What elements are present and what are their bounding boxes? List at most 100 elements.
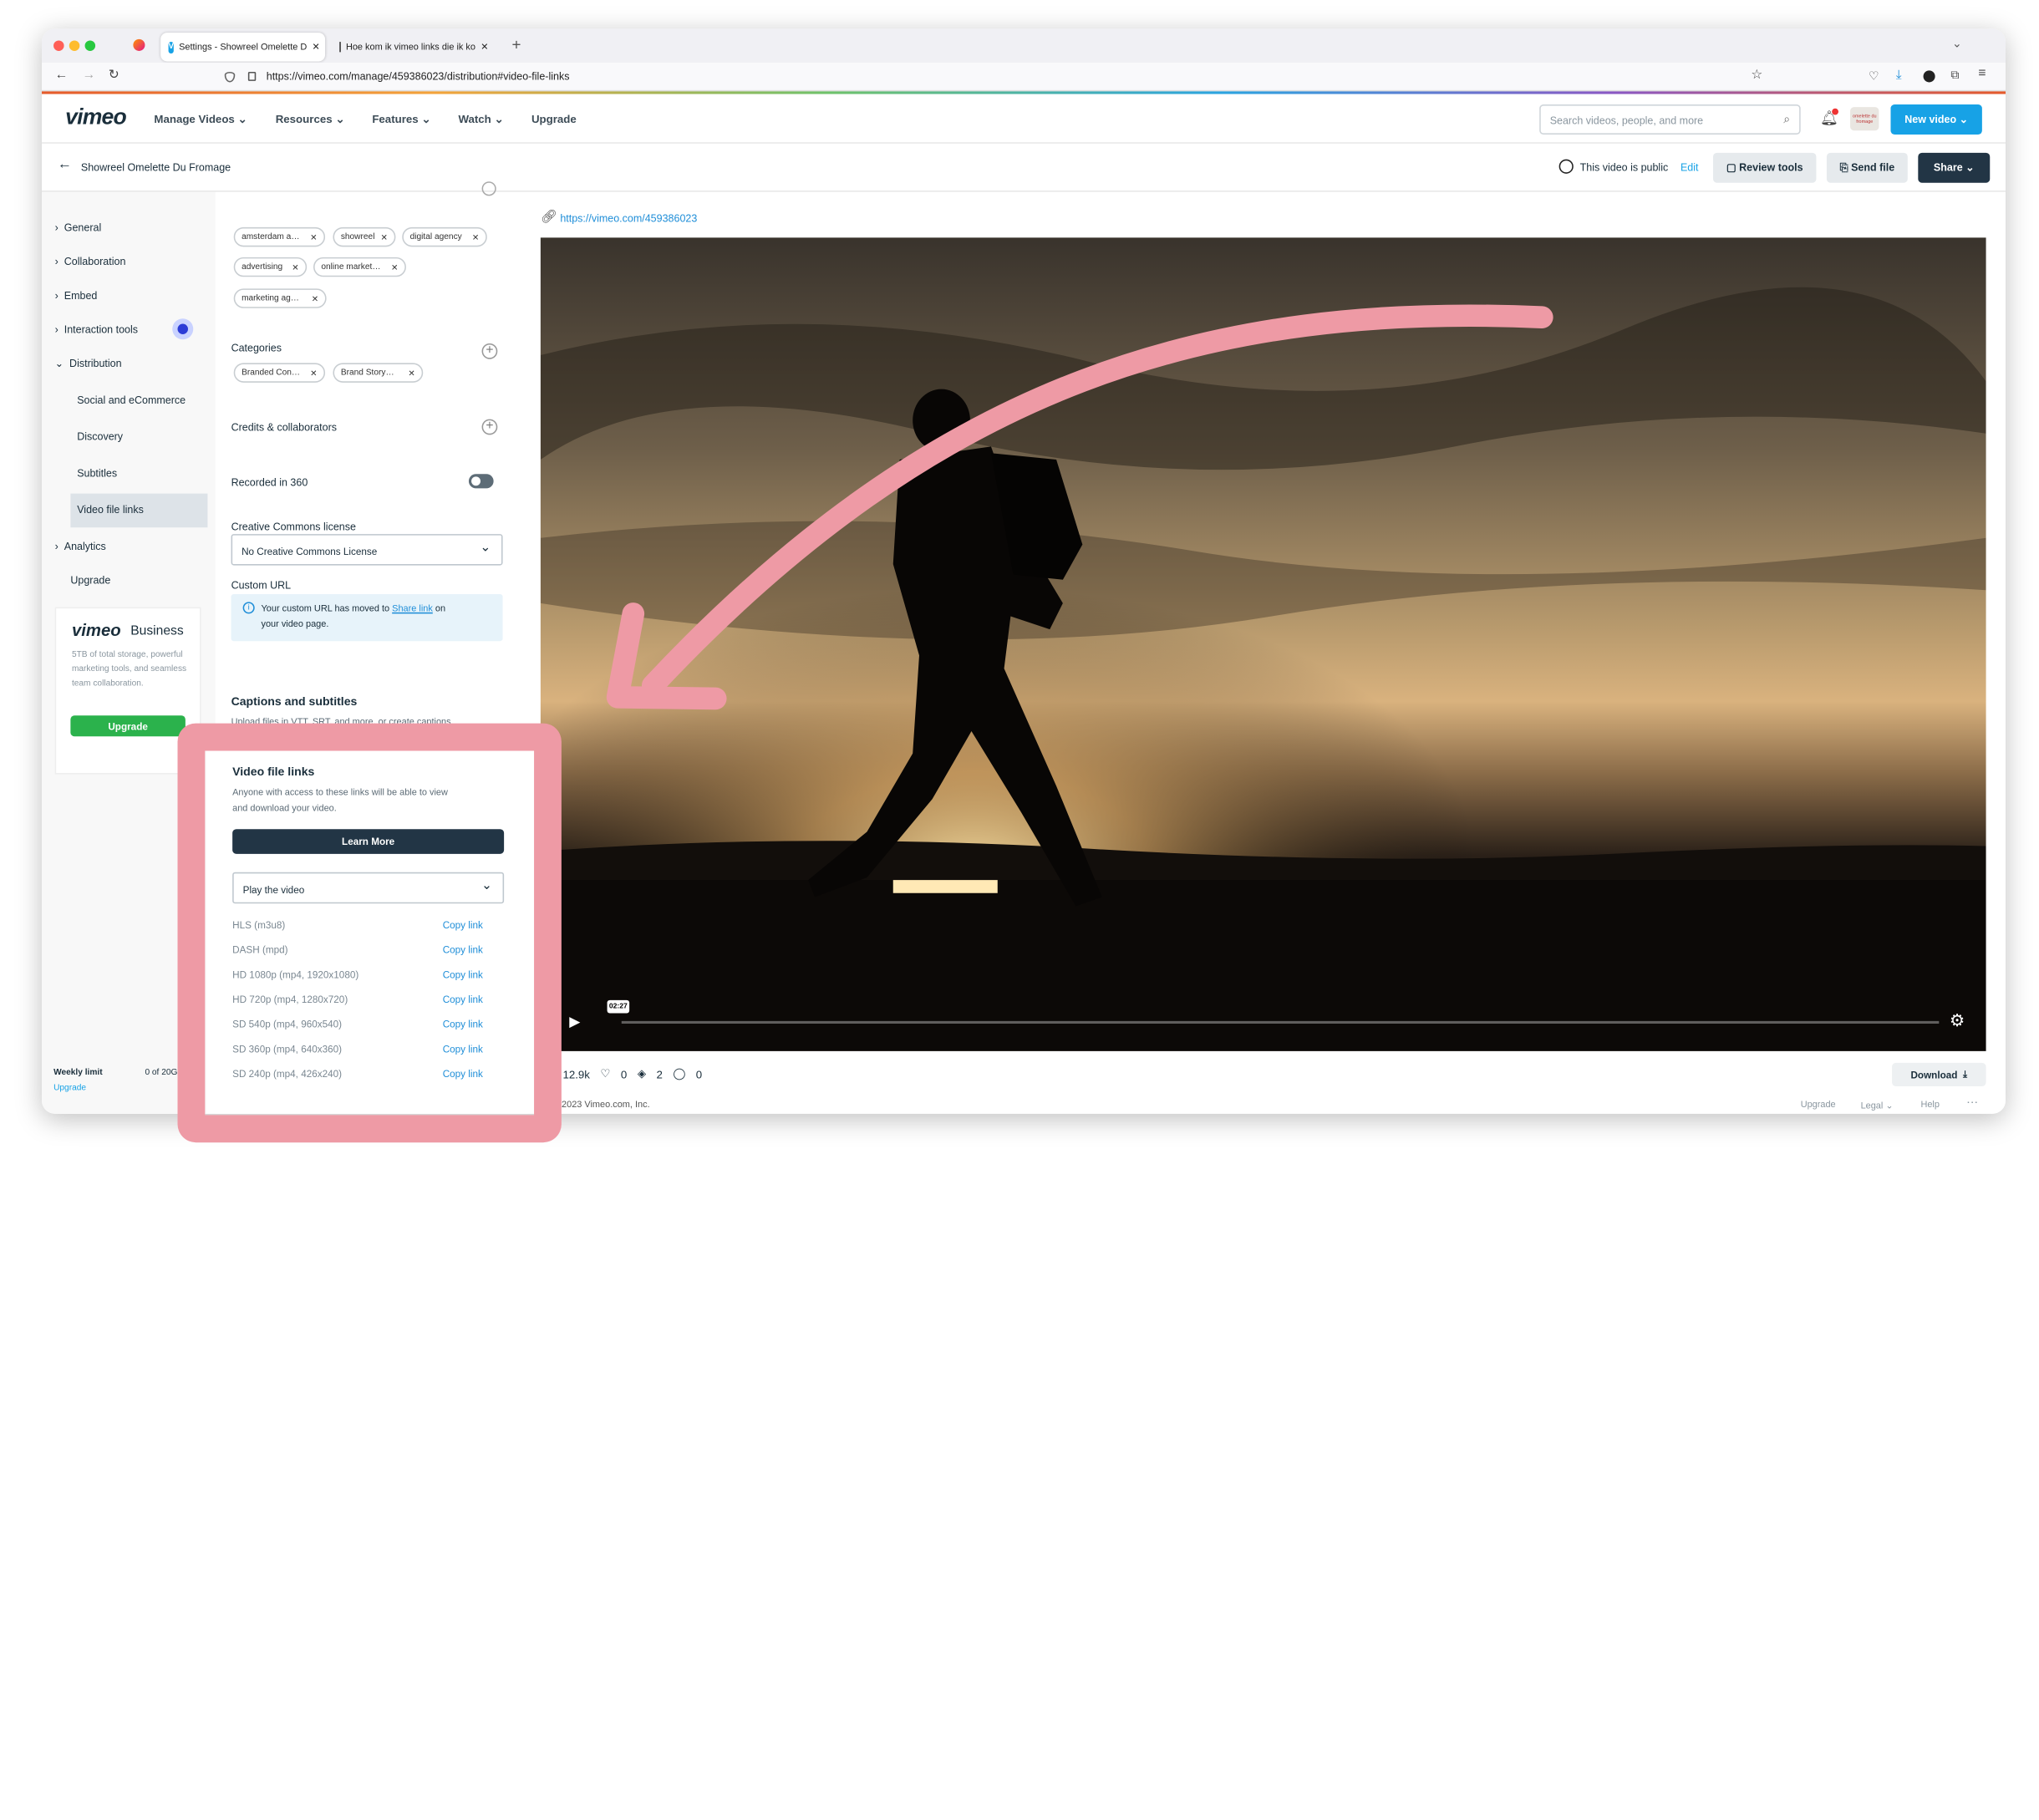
video-player[interactable]: 02:27 ▶ ⚙ bbox=[540, 237, 1986, 1051]
shield-icon[interactable] bbox=[224, 71, 236, 83]
menu-hamburger-icon[interactable]: ≡ bbox=[1978, 67, 1986, 81]
recorded-360-label: Recorded in 360 bbox=[231, 476, 308, 489]
remove-tag-icon[interactable]: ✕ bbox=[292, 262, 299, 272]
more-options-icon[interactable]: ⋯ bbox=[1966, 1096, 1978, 1110]
avatar[interactable]: omelette du fromage bbox=[1850, 107, 1879, 131]
back-arrow-icon[interactable]: ← bbox=[58, 157, 72, 173]
close-window-button[interactable] bbox=[53, 40, 64, 51]
sidebar-item-analytics[interactable]: › Analytics bbox=[55, 541, 106, 552]
footer-help-link[interactable]: Help bbox=[1920, 1101, 1940, 1110]
edit-privacy-link[interactable]: Edit bbox=[1681, 162, 1699, 174]
share-label: Share bbox=[1933, 161, 1963, 174]
nav-label: Features bbox=[372, 112, 419, 125]
send-file-icon: ⎘ bbox=[1839, 160, 1848, 174]
nav-manage-videos[interactable]: Manage Videos ⌄ bbox=[154, 112, 247, 126]
promo-text: 5TB of total storage, powerful marketing… bbox=[71, 650, 187, 689]
sidebar-subitem-social[interactable]: Social and eCommerce bbox=[77, 394, 186, 406]
settings-gear-icon[interactable]: ⚙ bbox=[1950, 1010, 1965, 1031]
link-chain-icon: 🔗︎ bbox=[540, 210, 557, 225]
sidebar-subitem-video-file-links[interactable]: Video file links bbox=[70, 493, 208, 528]
reload-icon[interactable]: ↻ bbox=[109, 68, 119, 82]
new-video-button[interactable]: New video ⌄ bbox=[1890, 104, 1982, 135]
likes-count: 0 bbox=[620, 1067, 628, 1080]
sidebar-item-collaboration[interactable]: › Collaboration bbox=[55, 256, 126, 267]
share-button[interactable]: Share ⌄ bbox=[1918, 152, 1991, 183]
maximize-window-button[interactable] bbox=[84, 40, 96, 51]
remove-category-icon[interactable]: ✕ bbox=[310, 368, 318, 378]
chevron-down-icon: ⌄ bbox=[421, 112, 431, 125]
footer-legal-link[interactable]: Legal ⌄ bbox=[1861, 1101, 1894, 1111]
chevron-down-icon: ⌄ bbox=[494, 112, 504, 125]
nav-resources[interactable]: Resources ⌄ bbox=[276, 112, 345, 126]
nav-watch[interactable]: Watch ⌄ bbox=[458, 112, 503, 126]
play-icon[interactable]: ▶ bbox=[569, 1014, 580, 1030]
sidebar-subitem-discovery[interactable]: Discovery bbox=[77, 431, 123, 443]
url-field[interactable]: https://vimeo.com/manage/459386023/distr… bbox=[267, 70, 570, 82]
remove-tag-icon[interactable]: ✕ bbox=[310, 231, 318, 242]
nav-features[interactable]: Features ⌄ bbox=[372, 112, 430, 126]
tag-chip: online market… ✕ bbox=[313, 257, 406, 277]
remove-tag-icon[interactable]: ✕ bbox=[391, 262, 399, 272]
heart-icon[interactable]: ♡ bbox=[600, 1067, 610, 1081]
bookmark-star-icon[interactable]: ☆ bbox=[1751, 68, 1762, 82]
add-credit-icon[interactable]: + bbox=[481, 419, 498, 435]
sidebar-item-embed[interactable]: › Embed bbox=[55, 290, 98, 302]
navigation-toolbar: ← → ↻ https://vimeo.com/manage/459386023… bbox=[42, 63, 2006, 92]
minimize-window-button[interactable] bbox=[69, 40, 80, 51]
remove-tag-icon[interactable]: ✕ bbox=[381, 231, 389, 242]
close-tab-icon[interactable]: ✕ bbox=[481, 42, 488, 53]
comment-icon[interactable]: ◯ bbox=[673, 1067, 685, 1081]
tab-label: Hoe kom ik vimeo links die ik ko bbox=[345, 42, 475, 52]
review-tools-button[interactable]: ▢ Review tools bbox=[1713, 152, 1817, 183]
forward-icon[interactable]: → bbox=[82, 68, 95, 82]
weekly-limit-label: Weekly limit bbox=[53, 1068, 103, 1078]
video-url-link[interactable]: https://vimeo.com/459386023 bbox=[560, 213, 697, 225]
custom-url-label: Custom URL bbox=[231, 579, 292, 592]
list-tabs-icon[interactable]: ⌄ bbox=[1952, 37, 1962, 51]
download-button[interactable]: Download ⤓ bbox=[1892, 1062, 1986, 1086]
sidebar-item-distribution[interactable]: ⌄ Distribution bbox=[55, 358, 122, 369]
new-tab-button[interactable]: + bbox=[512, 35, 521, 53]
send-file-button[interactable]: ⎘ Send file bbox=[1826, 152, 1908, 183]
extensions-puzzle-icon[interactable]: ⧉ bbox=[1950, 68, 1959, 82]
recorded-360-toggle[interactable] bbox=[468, 474, 494, 489]
chevron-down-icon: ⌄ bbox=[1965, 161, 1975, 174]
remove-tag-icon[interactable]: ✕ bbox=[312, 293, 319, 303]
share-link-link[interactable]: Share link bbox=[392, 604, 433, 613]
remove-tag-icon[interactable]: ✕ bbox=[472, 231, 480, 242]
lock-icon[interactable] bbox=[247, 71, 257, 81]
sidebar-subitem-subtitles[interactable]: Subtitles bbox=[77, 467, 117, 479]
search-input[interactable]: Search videos, people, and more ⌕ bbox=[1539, 104, 1801, 135]
chevron-down-icon: ⌄ bbox=[335, 112, 345, 125]
promo-upgrade-button[interactable]: Upgrade bbox=[70, 715, 186, 737]
downloads-icon[interactable]: ⤓ bbox=[1896, 68, 1902, 82]
extension-icon[interactable] bbox=[1923, 70, 1935, 83]
cc-license-select[interactable]: No Creative Commons License ⌄ bbox=[231, 534, 503, 566]
close-tab-icon[interactable]: ✕ bbox=[313, 42, 320, 53]
sidebar-item-interaction-tools[interactable]: › Interaction tools bbox=[55, 324, 138, 336]
remove-category-icon[interactable]: ✕ bbox=[408, 368, 415, 378]
sidebar-item-general[interactable]: › General bbox=[55, 222, 102, 234]
tab-settings[interactable]: V Settings - Showreel Omelette D ✕ bbox=[160, 33, 326, 62]
vimeo-logo[interactable]: vimeo bbox=[65, 104, 127, 130]
search-icon[interactable]: ⌕ bbox=[1783, 112, 1790, 126]
pocket-icon[interactable]: ♡ bbox=[1869, 69, 1879, 84]
tab-help-article[interactable]: Hoe kom ik vimeo links die ik ko ✕ bbox=[332, 33, 496, 61]
collections-icon[interactable]: ◈ bbox=[638, 1067, 646, 1081]
sidebar-item-label: General bbox=[64, 221, 102, 234]
nav-upgrade[interactable]: Upgrade bbox=[531, 112, 577, 125]
progress-bar[interactable] bbox=[621, 1020, 1940, 1024]
footer-upgrade-link[interactable]: Upgrade bbox=[1801, 1101, 1836, 1110]
nav-label: Watch bbox=[458, 112, 491, 125]
firefox-view-icon[interactable] bbox=[133, 38, 145, 51]
back-icon[interactable]: ← bbox=[55, 68, 69, 82]
video-header: ← Showreel Omelette Du Fromage This vide… bbox=[42, 143, 2006, 192]
weekly-upgrade-link[interactable]: Upgrade bbox=[53, 1084, 86, 1093]
globe-public-icon bbox=[1558, 159, 1574, 174]
tag-label: showreel bbox=[340, 232, 375, 242]
add-tag-icon[interactable] bbox=[481, 181, 496, 196]
captions-title: Captions and subtitles bbox=[231, 694, 358, 708]
add-category-icon[interactable]: + bbox=[481, 343, 498, 359]
sidebar-item-upgrade[interactable]: Upgrade bbox=[70, 575, 110, 587]
category-label: Brand Story… bbox=[340, 368, 394, 378]
